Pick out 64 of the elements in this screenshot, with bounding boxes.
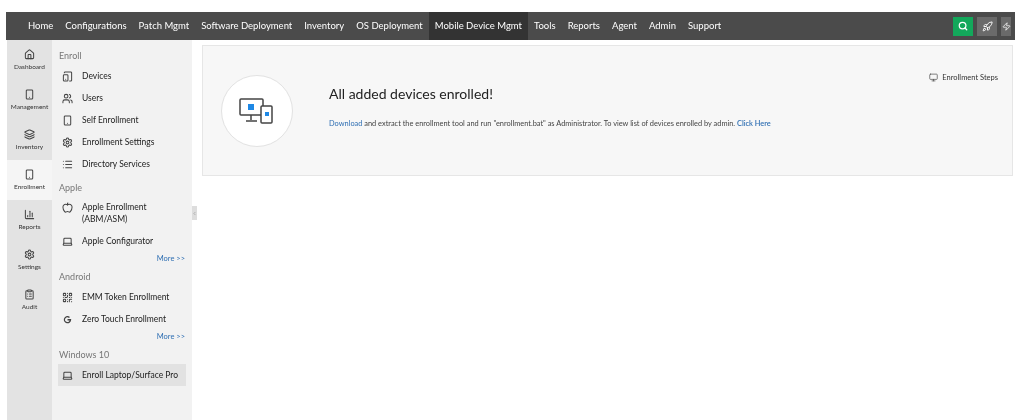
- submenu-item[interactable]: EMM Token Enrollment: [58, 285, 186, 308]
- submenu-item[interactable]: Directory Services: [58, 152, 186, 175]
- settings-icon: [24, 248, 35, 260]
- apple-icon: [61, 202, 73, 213]
- submenu-item[interactable]: Zero Touch Enrollment: [58, 307, 186, 330]
- lightning-icon: [1001, 21, 1011, 31]
- search-button[interactable]: [953, 16, 973, 36]
- qr-code-icon: [61, 291, 73, 303]
- devices-icon: [61, 70, 73, 82]
- submenu-item[interactable]: Self Enrollment: [58, 108, 186, 131]
- rocket-button[interactable]: [977, 16, 997, 36]
- settings-icon: [61, 136, 73, 148]
- users-icon: [61, 92, 73, 104]
- submenu-label: Apple Enrollment (ABM/ASM): [82, 201, 148, 225]
- bar-chart-icon: [24, 208, 35, 220]
- nav-tab[interactable]: Inventory: [298, 12, 351, 40]
- list-icon: [61, 158, 73, 170]
- submenu-label: EMM Token Enrollment: [82, 290, 170, 303]
- submenu-label: Directory Services: [82, 157, 150, 170]
- submenu-label: Zero Touch Enrollment: [82, 312, 167, 325]
- nav-tab[interactable]: Patch Mgmt: [132, 12, 196, 40]
- collapse-handle[interactable]: [192, 206, 197, 220]
- monitor-icon: [929, 73, 939, 83]
- search-icon: [958, 21, 968, 31]
- nav-tab[interactable]: Mobile Device Mgmt: [428, 12, 529, 40]
- nav-tab[interactable]: OS Deployment: [350, 12, 429, 40]
- monitor-tablet-icon: [239, 97, 275, 124]
- card-heading: All added devices enrolled!: [329, 84, 494, 105]
- nav-tab[interactable]: Reports: [561, 12, 606, 40]
- submenu-item[interactable]: Enroll Laptop/Surface Pro: [58, 363, 186, 386]
- submenu-label: Self Enrollment: [82, 113, 139, 126]
- phone-icon: [61, 114, 73, 126]
- submenu-item[interactable]: Apple Enrollment (ABM/ASM): [58, 196, 186, 230]
- chevron-left-icon: [192, 210, 197, 216]
- clipboard-icon: [24, 288, 35, 300]
- home-icon: [24, 48, 35, 60]
- section-heading: Windows 10: [58, 348, 111, 362]
- section-heading: Android: [58, 270, 92, 284]
- submenu-label: Enrollment Settings: [82, 135, 155, 148]
- laptop-icon: [61, 236, 73, 247]
- submenu-item[interactable]: Apple Configurator: [58, 230, 186, 252]
- section-heading: Apple: [58, 180, 84, 194]
- submenu-label: Users: [82, 91, 103, 104]
- submenu-label: Devices: [82, 69, 112, 82]
- phone-icon: [24, 168, 35, 180]
- nav-tab[interactable]: Software Deployment: [195, 12, 299, 40]
- submenu-item[interactable]: Enrollment Settings: [58, 130, 186, 153]
- submenu-label: Apple Configurator: [82, 235, 154, 247]
- submenu-item[interactable]: Devices: [58, 64, 186, 87]
- nav-tab[interactable]: Home: [22, 12, 60, 40]
- flash-button[interactable]: [1001, 16, 1011, 36]
- phone-icon: [24, 88, 35, 100]
- rocket-icon: [981, 20, 993, 32]
- laptop-icon: [61, 369, 73, 381]
- submenu-label: Enroll Laptop/Surface Pro: [82, 368, 179, 381]
- nav-tab[interactable]: Support: [682, 12, 728, 40]
- nav-tab[interactable]: Admin: [642, 12, 682, 40]
- nav-tab[interactable]: Agent: [606, 12, 643, 40]
- nav-tab[interactable]: Tools: [528, 12, 562, 40]
- g-letter-icon: [61, 313, 73, 325]
- layers-icon: [24, 128, 35, 140]
- submenu-item[interactable]: Users: [58, 86, 186, 109]
- nav-tab[interactable]: Configurations: [59, 12, 133, 40]
- section-heading: Enroll: [58, 49, 83, 63]
